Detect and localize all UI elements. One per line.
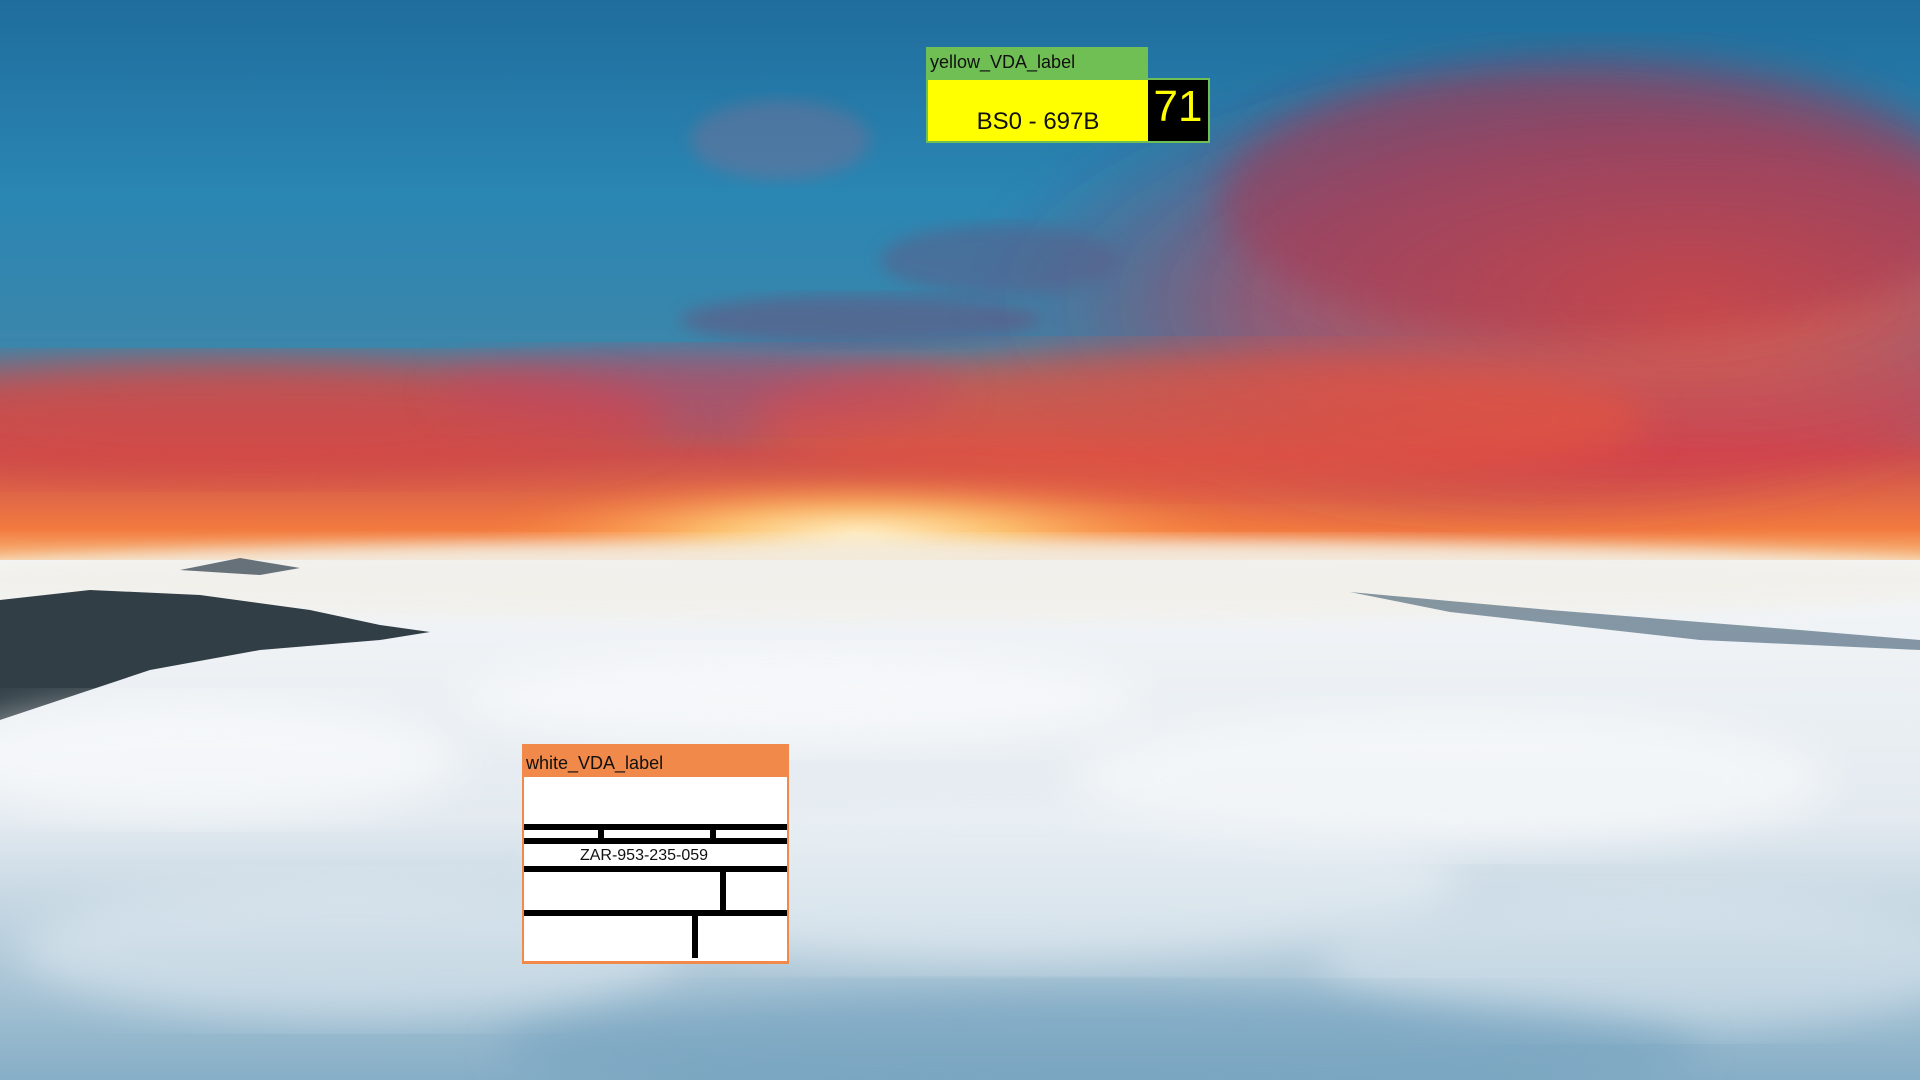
label-divider (720, 866, 726, 912)
white-label-tag: white_VDA_label (522, 744, 789, 777)
white-label-code: ZAR-953-235-059 (579, 847, 709, 864)
label-divider (598, 824, 604, 839)
yellow-label-box: BS0 - 697B 71 (926, 78, 1210, 143)
label-rule (524, 866, 787, 872)
yellow-label-number: 71 (1148, 80, 1208, 141)
yellow-label-code: BS0 - 697B (976, 108, 1100, 135)
label-divider (710, 824, 716, 839)
background-image (0, 0, 1920, 1080)
white-label-sheet: ZAR-953-235-059 (522, 777, 789, 964)
yellow-vda-label[interactable]: yellow_VDA_label BS0 - 697B 71 (926, 47, 1210, 143)
white-vda-label[interactable]: white_VDA_label ZAR-953-235-059 (522, 744, 789, 964)
label-divider (692, 910, 698, 958)
label-rule (524, 910, 787, 916)
label-rule (524, 824, 787, 830)
label-rule (524, 838, 787, 844)
sunset-cloud-background (0, 0, 1920, 1080)
yellow-label-tag: yellow_VDA_label (926, 47, 1148, 78)
